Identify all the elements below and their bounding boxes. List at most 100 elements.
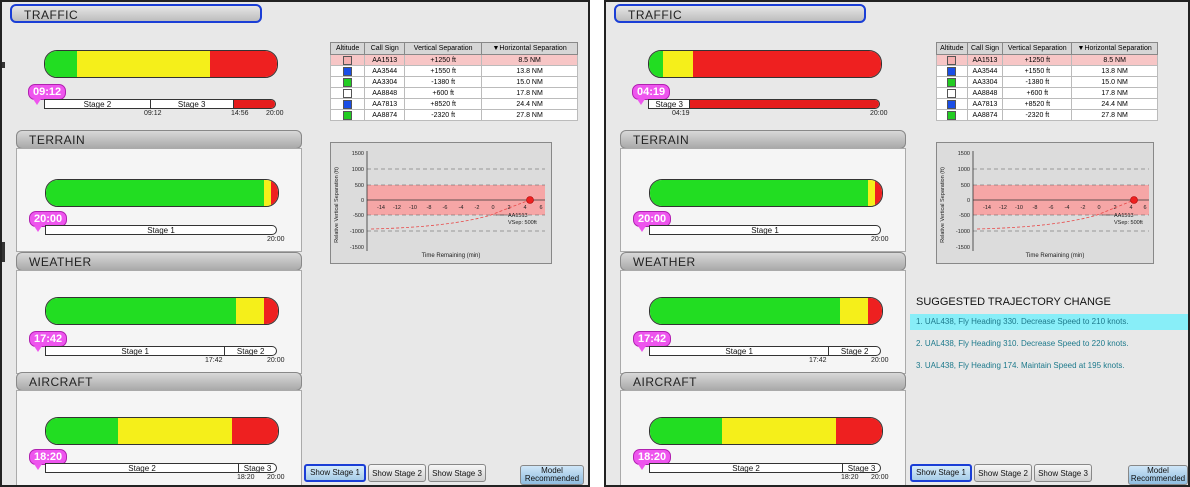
stage-label: Stage 2 bbox=[650, 464, 844, 472]
traffic-time-badge: 09:12 bbox=[28, 84, 67, 105]
separation-table: Altitude Call Sign Vertical Separation ▼… bbox=[329, 42, 578, 121]
table-row[interactable]: AA3544 +1550 ft 13.8 NM bbox=[936, 65, 1158, 77]
y-tick: 500 bbox=[355, 183, 364, 189]
time-tick: 18:20 bbox=[841, 474, 859, 481]
altitude-swatch bbox=[343, 99, 353, 109]
table-row[interactable]: AA8848 +600 ft 17.8 NM bbox=[936, 87, 1158, 99]
vertical-sep: +1250 ft bbox=[404, 54, 483, 66]
col-hsep[interactable]: ▼Horizontal Separation bbox=[1071, 42, 1158, 55]
weather-header[interactable]: WEATHER bbox=[620, 252, 906, 271]
call-sign: AA8874 bbox=[364, 109, 406, 121]
altitude-swatch bbox=[947, 55, 957, 65]
altitude-swatch bbox=[343, 66, 353, 76]
time-tick: 20:00 bbox=[871, 357, 889, 364]
time-tick: 14:56 bbox=[231, 110, 249, 117]
show-stage-2-button[interactable]: Show Stage 2 bbox=[974, 464, 1032, 482]
col-hsep[interactable]: ▼Horizontal Separation bbox=[481, 42, 578, 55]
altitude-swatch bbox=[947, 110, 957, 120]
vertical-sep: +8520 ft bbox=[404, 98, 483, 110]
table-row[interactable]: AA3304 -1380 ft 15.0 NM bbox=[329, 76, 578, 88]
traffic-header[interactable]: TRAFFIC bbox=[10, 4, 262, 23]
weather-stage-track[interactable]: Stage 1 Stage 2 bbox=[45, 346, 277, 356]
aircraft-stage-track[interactable]: Stage 2 Stage 3 bbox=[649, 463, 881, 473]
traffic-stage-track[interactable]: Stage 2 Stage 3 bbox=[44, 99, 276, 109]
table-row[interactable]: AA7813 +8520 ft 24.4 NM bbox=[936, 98, 1158, 110]
show-stage-3-button[interactable]: Show Stage 3 bbox=[1034, 464, 1092, 482]
col-altitude[interactable]: Altitude bbox=[329, 42, 366, 55]
horizontal-sep: 13.8 NM bbox=[481, 65, 578, 77]
table-row[interactable]: AA8874 -2320 ft 27.8 NM bbox=[329, 109, 578, 121]
aircraft-header[interactable]: AIRCRAFT bbox=[16, 372, 302, 391]
vertical-sep: +1550 ft bbox=[404, 65, 483, 77]
call-sign: AA8848 bbox=[966, 87, 1004, 99]
table-row[interactable]: AA3304 -1380 ft 15.0 NM bbox=[936, 76, 1158, 88]
table-row[interactable]: AA8848 +600 ft 17.8 NM bbox=[329, 87, 578, 99]
suggestion-item-2[interactable]: 2. UAL438, Fly Heading 310. Decrease Spe… bbox=[910, 336, 1188, 352]
model-recommended-button[interactable]: Model Recommended bbox=[1128, 465, 1188, 485]
aircraft-header[interactable]: AIRCRAFT bbox=[620, 372, 906, 391]
traffic-risk-bar bbox=[44, 50, 278, 78]
aircraft-risk-bar bbox=[649, 417, 883, 445]
table-row[interactable]: AA3544 +1550 ft 13.8 NM bbox=[329, 65, 578, 77]
aircraft-stage-track[interactable]: Stage 2 Stage 3 bbox=[45, 463, 277, 473]
altitude-swatch bbox=[947, 99, 957, 109]
aircraft-marker[interactable] bbox=[526, 196, 534, 204]
table-row[interactable]: AA1513 +1250 ft 8.5 NM bbox=[936, 54, 1158, 66]
show-stage-2-button[interactable]: Show Stage 2 bbox=[368, 464, 426, 482]
x-tick: -14 bbox=[377, 205, 385, 211]
stage-label: Stage 2 bbox=[46, 464, 240, 472]
table-row[interactable]: AA1513 +1250 ft 8.5 NM bbox=[329, 54, 578, 66]
separation-graph: Relative Vertical Separation (ft) 1500 1… bbox=[330, 142, 552, 264]
vertical-sep: -1380 ft bbox=[404, 76, 483, 88]
graph-annot-call: AA1513 bbox=[1114, 213, 1134, 219]
col-altitude[interactable]: Altitude bbox=[936, 42, 968, 55]
time-tick: 20:00 bbox=[266, 110, 284, 117]
x-tick: -4 bbox=[1065, 205, 1070, 211]
x-tick: -12 bbox=[999, 205, 1007, 211]
call-sign: AA8874 bbox=[966, 109, 1004, 121]
altitude-swatch bbox=[343, 77, 353, 87]
weather-time-badge: 17:42 bbox=[29, 331, 68, 352]
right-display: TRAFFIC 04:19 Stage 3 04:19 20:00 TERRAI… bbox=[604, 0, 1190, 487]
table-row[interactable]: AA8874 -2320 ft 27.8 NM bbox=[936, 109, 1158, 121]
time-tick: 20:00 bbox=[267, 474, 285, 481]
traffic-panel: 04:19 Stage 3 04:19 20:00 bbox=[620, 24, 906, 132]
aircraft-marker[interactable] bbox=[1130, 196, 1138, 204]
separation-graph: Relative Vertical Separation (ft) 1500 1… bbox=[936, 142, 1154, 264]
call-sign: AA1513 bbox=[364, 54, 406, 66]
suggestion-item-1[interactable]: 1. UAL438, Fly Heading 330. Decrease Spe… bbox=[910, 314, 1188, 330]
y-tick: 500 bbox=[961, 183, 970, 189]
traffic-stage-track[interactable]: Stage 3 bbox=[648, 99, 880, 109]
call-sign: AA8848 bbox=[364, 87, 406, 99]
show-stage-3-button[interactable]: Show Stage 3 bbox=[428, 464, 486, 482]
graph-annot-vsep: VSep: 500ft bbox=[1114, 220, 1143, 226]
col-vsep[interactable]: Vertical Separation bbox=[404, 42, 483, 55]
terrain-header[interactable]: TERRAIN bbox=[620, 130, 906, 149]
altitude-swatch bbox=[343, 88, 353, 98]
weather-header[interactable]: WEATHER bbox=[16, 252, 302, 271]
vertical-sep: +1250 ft bbox=[1002, 54, 1073, 66]
x-tick: 0 bbox=[1097, 205, 1100, 211]
terrain-header[interactable]: TERRAIN bbox=[16, 130, 302, 149]
col-vsep[interactable]: Vertical Separation bbox=[1002, 42, 1073, 55]
show-stage-1-button[interactable]: Show Stage 1 bbox=[304, 464, 366, 482]
col-callsign[interactable]: Call Sign bbox=[966, 42, 1004, 55]
terrain-stage-track[interactable]: Stage 1 bbox=[45, 225, 277, 235]
traffic-header[interactable]: TRAFFIC bbox=[614, 4, 866, 23]
terrain-risk-bar bbox=[45, 179, 279, 207]
traffic-risk-bar bbox=[648, 50, 882, 78]
terrain-stage-track[interactable]: Stage 1 bbox=[649, 225, 881, 235]
call-sign: AA7813 bbox=[966, 98, 1004, 110]
left-display: TRAFFIC 09:12 Stage 2 Stage 3 09:12 14:5… bbox=[0, 0, 590, 487]
model-recommended-button[interactable]: Model Recommended bbox=[520, 465, 584, 485]
suggestion-item-3[interactable]: 3. UAL438, Fly Heading 174. Maintain Spe… bbox=[910, 358, 1188, 374]
x-tick: -6 bbox=[443, 205, 448, 211]
weather-stage-track[interactable]: Stage 1 Stage 2 bbox=[649, 346, 881, 356]
show-stage-1-button[interactable]: Show Stage 1 bbox=[910, 464, 972, 482]
time-tick: 18:20 bbox=[237, 474, 255, 481]
table-row[interactable]: AA7813 +8520 ft 24.4 NM bbox=[329, 98, 578, 110]
altitude-swatch bbox=[947, 77, 957, 87]
y-tick: 0 bbox=[361, 198, 364, 204]
edge-tick bbox=[2, 62, 5, 68]
col-callsign[interactable]: Call Sign bbox=[364, 42, 406, 55]
